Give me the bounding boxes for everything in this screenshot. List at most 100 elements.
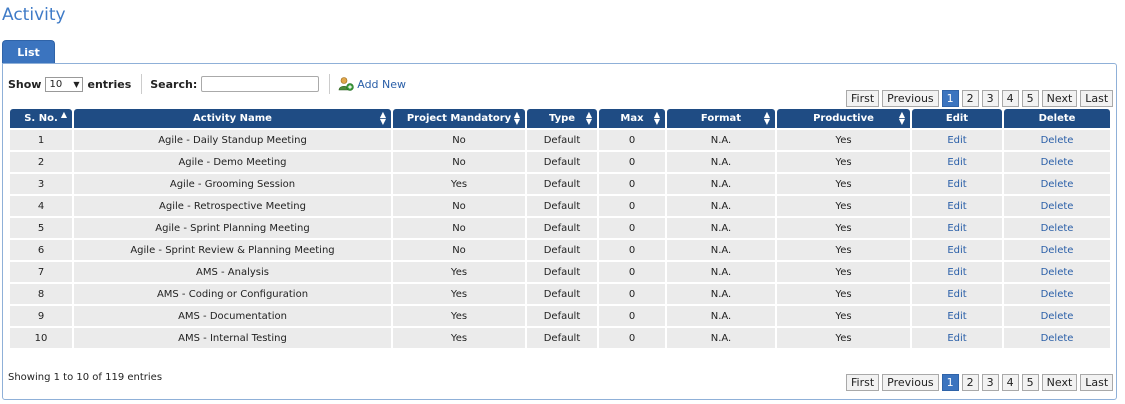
- edit-link[interactable]: Edit: [912, 150, 1002, 172]
- page-3-button[interactable]: 3: [981, 90, 999, 107]
- column-header-productive[interactable]: Productive ▲ ▼: [777, 109, 910, 128]
- cell-max: 0: [599, 260, 665, 282]
- delete-link[interactable]: Delete: [1004, 326, 1110, 348]
- page-1-button[interactable]: 1: [941, 90, 959, 107]
- edit-link[interactable]: Edit: [912, 216, 1002, 238]
- edit-link[interactable]: Edit: [912, 260, 1002, 282]
- cell-format: N.A.: [667, 326, 775, 348]
- column-header-activity-name[interactable]: Activity Name ▲ ▼: [74, 109, 391, 128]
- cell-sno: 2: [10, 150, 72, 172]
- cell-format: N.A.: [667, 304, 775, 326]
- cell-format: N.A.: [667, 150, 775, 172]
- cell-sno: 3: [10, 172, 72, 194]
- cell-productive: Yes: [777, 150, 910, 172]
- cell-max: 0: [599, 194, 665, 216]
- cell-sno: 8: [10, 282, 72, 304]
- edit-link[interactable]: Edit: [912, 128, 1002, 150]
- add-new-label: Add New: [357, 77, 407, 91]
- last-button[interactable]: Last: [1080, 374, 1114, 391]
- cell-max: 0: [599, 304, 665, 326]
- page-2-button[interactable]: 2: [961, 90, 979, 107]
- add-new-button[interactable]: Add New: [338, 76, 406, 92]
- first-button[interactable]: First: [846, 374, 880, 391]
- column-header-sno[interactable]: S. No. ▲: [10, 109, 72, 128]
- sort-icon: ▲ ▼: [763, 110, 770, 126]
- first-button[interactable]: First: [846, 90, 880, 107]
- cell-activity-name: AMS - Internal Testing: [74, 326, 391, 348]
- delete-link[interactable]: Delete: [1004, 260, 1110, 282]
- delete-link[interactable]: Delete: [1004, 194, 1110, 216]
- column-header-type[interactable]: Type ▲ ▼: [527, 109, 597, 128]
- delete-link[interactable]: Delete: [1004, 172, 1110, 194]
- page-5-button[interactable]: 5: [1021, 90, 1039, 107]
- delete-link[interactable]: Delete: [1004, 150, 1110, 172]
- delete-link[interactable]: Delete: [1004, 282, 1110, 304]
- cell-type: Default: [527, 238, 597, 260]
- delete-link[interactable]: Delete: [1004, 238, 1110, 260]
- search-input[interactable]: [201, 76, 320, 92]
- edit-link[interactable]: Edit: [912, 194, 1002, 216]
- column-header-max[interactable]: Max ▲ ▼: [599, 109, 665, 128]
- column-header-format[interactable]: Format ▲ ▼: [667, 109, 775, 128]
- column-header-delete: Delete: [1004, 109, 1110, 128]
- activity-table: S. No. ▲ Activity Name ▲ ▼ Project Mandator…: [8, 109, 1112, 348]
- column-label: Project Mandatory: [406, 113, 512, 124]
- table-row: 6 Agile - Sprint Review & Planning Meeti…: [10, 238, 1110, 260]
- cell-project-mandatory: Yes: [393, 172, 525, 194]
- page-size-select[interactable]: 10 ▼: [45, 76, 84, 92]
- cell-type: Default: [527, 282, 597, 304]
- cell-max: 0: [599, 172, 665, 194]
- table-info: Showing 1 to 10 of 119 entries: [8, 372, 163, 383]
- show-label: Show: [8, 77, 42, 91]
- last-button[interactable]: Last: [1080, 90, 1114, 107]
- delete-link[interactable]: Delete: [1004, 216, 1110, 238]
- cell-activity-name: Agile - Sprint Review & Planning Meeting: [74, 238, 391, 260]
- delete-link[interactable]: Delete: [1004, 128, 1110, 150]
- cell-max: 0: [599, 216, 665, 238]
- table-body: 1 Agile - Daily Standup Meeting No Defau…: [10, 128, 1110, 348]
- page-4-button[interactable]: 4: [1001, 90, 1019, 107]
- edit-link[interactable]: Edit: [912, 172, 1002, 194]
- cell-type: Default: [527, 172, 597, 194]
- page-3-button[interactable]: 3: [981, 374, 999, 391]
- previous-button[interactable]: Previous: [882, 90, 939, 107]
- cell-sno: 6: [10, 238, 72, 260]
- next-button[interactable]: Next: [1041, 90, 1078, 107]
- cell-productive: Yes: [777, 194, 910, 216]
- cell-format: N.A.: [667, 172, 775, 194]
- column-label: Max: [620, 113, 644, 124]
- previous-button[interactable]: Previous: [882, 374, 939, 391]
- delete-link[interactable]: Delete: [1004, 304, 1110, 326]
- table-row: 1 Agile - Daily Standup Meeting No Defau…: [10, 128, 1110, 150]
- edit-link[interactable]: Edit: [912, 282, 1002, 304]
- cell-productive: Yes: [777, 326, 910, 348]
- cell-project-mandatory: No: [393, 128, 525, 150]
- table-header-row: S. No. ▲ Activity Name ▲ ▼ Project Mandator…: [10, 109, 1110, 128]
- column-label: S. No.: [24, 113, 58, 124]
- column-label: Format: [700, 113, 742, 124]
- cell-sno: 10: [10, 326, 72, 348]
- cell-activity-name: AMS - Documentation: [74, 304, 391, 326]
- page-2-button[interactable]: 2: [961, 374, 979, 391]
- edit-link[interactable]: Edit: [912, 326, 1002, 348]
- pagination-top: First Previous 1 2 3 4 5 Next Last: [846, 90, 1114, 107]
- table-row: 9 AMS - Documentation Yes Default 0 N.A.…: [10, 304, 1110, 326]
- tab-list[interactable]: List: [2, 40, 55, 64]
- sort-icon: ▲ ▼: [379, 110, 386, 126]
- edit-link[interactable]: Edit: [912, 238, 1002, 260]
- cell-activity-name: AMS - Analysis: [74, 260, 391, 282]
- sort-icon: ▲ ▼: [898, 110, 905, 126]
- page-4-button[interactable]: 4: [1001, 374, 1019, 391]
- table-row: 5 Agile - Sprint Planning Meeting No Def…: [10, 216, 1110, 238]
- cell-project-mandatory: Yes: [393, 260, 525, 282]
- cell-project-mandatory: No: [393, 150, 525, 172]
- edit-link[interactable]: Edit: [912, 304, 1002, 326]
- cell-sno: 4: [10, 194, 72, 216]
- page-5-button[interactable]: 5: [1021, 374, 1039, 391]
- cell-type: Default: [527, 304, 597, 326]
- table-row: 8 AMS - Coding or Configuration Yes Defa…: [10, 282, 1110, 304]
- column-header-project-mandatory[interactable]: Project Mandatory ▲ ▼: [393, 109, 525, 128]
- next-button[interactable]: Next: [1041, 374, 1078, 391]
- list-panel: Show 10 ▼ entries Search: Add New First …: [2, 63, 1117, 400]
- page-1-button[interactable]: 1: [941, 374, 959, 391]
